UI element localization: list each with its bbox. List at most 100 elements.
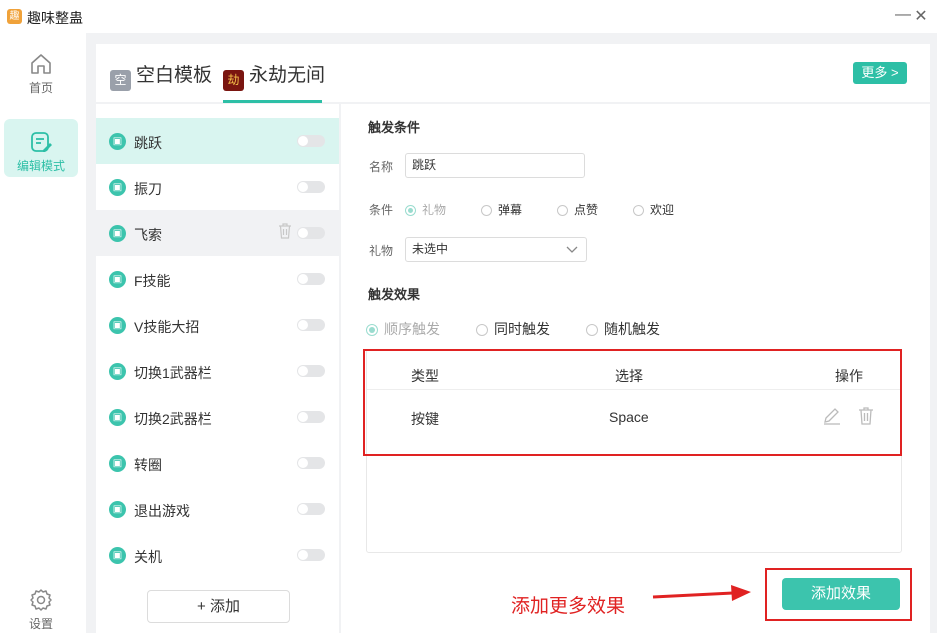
- condition-radio-gift[interactable]: 礼物: [405, 201, 446, 218]
- condition-radio-danmaku[interactable]: 弹幕: [481, 201, 522, 218]
- radio-label: 同时触发: [494, 321, 550, 337]
- condition-label: 条件: [369, 203, 394, 217]
- list-item-name: 切换2武器栏: [134, 411, 212, 427]
- condition-radio-welcome[interactable]: 欢迎: [633, 201, 674, 218]
- radio-dot: [476, 324, 488, 336]
- list-item-name: 跳跃: [134, 135, 162, 151]
- radio-dot: [557, 205, 568, 216]
- list-item[interactable]: ▣ 振刀: [96, 164, 339, 210]
- annotation-text: 添加更多效果: [511, 596, 626, 617]
- gift-icon: ▣: [109, 179, 126, 196]
- list-item[interactable]: ▣ 切换2武器栏: [96, 394, 339, 440]
- name-label: 名称: [369, 160, 394, 174]
- list-item[interactable]: ▣ 转圈: [96, 440, 339, 486]
- list-item-name: 转圈: [134, 457, 162, 473]
- sidebar-item-label: 首页: [28, 81, 53, 95]
- gift-icon: ▣: [109, 501, 126, 518]
- gift-label: 礼物: [369, 244, 394, 258]
- name-input[interactable]: 跳跃: [405, 153, 585, 178]
- list-item[interactable]: ▣ 关机: [96, 532, 339, 578]
- list-item-name: 退出游戏: [134, 503, 190, 519]
- radio-dot: [366, 324, 378, 336]
- title-bar: 趣 趣味整蛊 — ✕: [0, 0, 937, 33]
- active-tab-indicator: [223, 100, 322, 103]
- template-header: 空空白模板 劫永劫无间 更多 >: [96, 44, 930, 103]
- list-item[interactable]: ▣ 切换1武器栏: [96, 348, 339, 394]
- gift-icon: ▣: [109, 455, 126, 472]
- list-item[interactable]: ▣ 退出游戏: [96, 486, 339, 532]
- app-logo-icon: 趣: [7, 9, 22, 24]
- effect-mode-sequential[interactable]: 顺序触发: [366, 319, 440, 339]
- radio-label: 弹幕: [498, 203, 523, 217]
- effect-mode-random[interactable]: 随机触发: [586, 319, 660, 339]
- sidebar-item-label: 设置: [28, 617, 53, 631]
- minimize-button[interactable]: —: [895, 6, 911, 24]
- radio-label: 随机触发: [604, 321, 660, 337]
- column-header-actions: 操作: [835, 368, 863, 384]
- list-item[interactable]: ▣ F技能: [96, 256, 339, 302]
- radio-label: 点赞: [574, 203, 599, 217]
- edit-pencil-icon[interactable]: [822, 407, 842, 425]
- tab-label: 永劫无间: [249, 65, 326, 86]
- enable-toggle[interactable]: [297, 411, 325, 423]
- tab-label: 空白模板: [136, 65, 213, 86]
- gift-select-value: 未选中: [412, 242, 449, 256]
- tab-naraka[interactable]: 劫永劫无间: [223, 60, 325, 100]
- list-item-name: F技能: [134, 273, 171, 289]
- sidebar-item-home[interactable]: 首页: [4, 41, 78, 99]
- add-trigger-button[interactable]: + 添加: [147, 590, 290, 623]
- gear-icon: [30, 589, 52, 611]
- gift-icon: ▣: [109, 547, 126, 564]
- more-button[interactable]: 更多 >: [853, 62, 907, 84]
- home-icon: [31, 54, 51, 74]
- annotation-arrow-icon: [652, 585, 751, 601]
- chevron-down-icon: [566, 246, 578, 253]
- trash-icon[interactable]: [858, 407, 874, 425]
- divider: [367, 389, 901, 390]
- enable-toggle[interactable]: [297, 227, 325, 239]
- trigger-list: ▣ 跳跃 ▣ 振刀 ▣ 飞索 ▣ F技能 ▣ V技能大招 ▣ 切换1武器栏 ▣ …: [96, 104, 339, 633]
- add-effect-button[interactable]: 添加效果: [782, 578, 900, 610]
- effects-table: 类型 选择 操作 按键 Space: [366, 349, 902, 553]
- list-item[interactable]: ▣ 飞索: [96, 210, 339, 256]
- enable-toggle[interactable]: [297, 549, 325, 561]
- enable-toggle[interactable]: [297, 273, 325, 285]
- radio-dot: [633, 205, 644, 216]
- sidebar-item-edit-mode[interactable]: 编辑模式: [4, 119, 78, 177]
- list-item-name: 飞索: [134, 227, 162, 243]
- app-title: 趣味整蛊: [27, 10, 83, 26]
- radio-label: 礼物: [422, 203, 447, 217]
- radio-dot: [586, 324, 598, 336]
- list-item[interactable]: ▣ V技能大招: [96, 302, 339, 348]
- enable-toggle[interactable]: [297, 181, 325, 193]
- list-item-name: 振刀: [134, 181, 162, 197]
- enable-toggle[interactable]: [297, 135, 325, 147]
- enable-toggle[interactable]: [297, 319, 325, 331]
- enable-toggle[interactable]: [297, 365, 325, 377]
- list-item[interactable]: ▣ 跳跃: [96, 118, 339, 164]
- list-item-name: 关机: [134, 549, 162, 565]
- trigger-condition-title: 触发条件: [368, 120, 421, 135]
- trash-icon[interactable]: [278, 223, 292, 239]
- trigger-effect-title: 触发效果: [368, 287, 421, 302]
- cell-choice: Space: [609, 409, 649, 425]
- gift-select[interactable]: 未选中: [405, 237, 587, 262]
- list-item-name: 切换1武器栏: [134, 365, 212, 381]
- game-logo-icon: 劫: [223, 70, 244, 91]
- radio-label: 顺序触发: [384, 321, 440, 337]
- close-button[interactable]: ✕: [914, 6, 928, 26]
- column-header-type: 类型: [411, 368, 439, 384]
- sidebar: 首页 编辑模式 设置: [0, 33, 86, 633]
- sidebar-item-settings[interactable]: 设置: [4, 577, 78, 635]
- effect-mode-simultaneous[interactable]: 同时触发: [476, 319, 550, 339]
- gift-icon: ▣: [109, 271, 126, 288]
- blank-template-icon: 空: [110, 70, 131, 91]
- gift-icon: ▣: [109, 363, 126, 380]
- tab-blank-template[interactable]: 空空白模板: [110, 60, 212, 100]
- enable-toggle[interactable]: [297, 457, 325, 469]
- condition-radio-like[interactable]: 点赞: [557, 201, 598, 218]
- list-item-name: V技能大招: [134, 319, 200, 335]
- enable-toggle[interactable]: [297, 503, 325, 515]
- sidebar-item-label: 编辑模式: [16, 159, 65, 173]
- radio-dot: [481, 205, 492, 216]
